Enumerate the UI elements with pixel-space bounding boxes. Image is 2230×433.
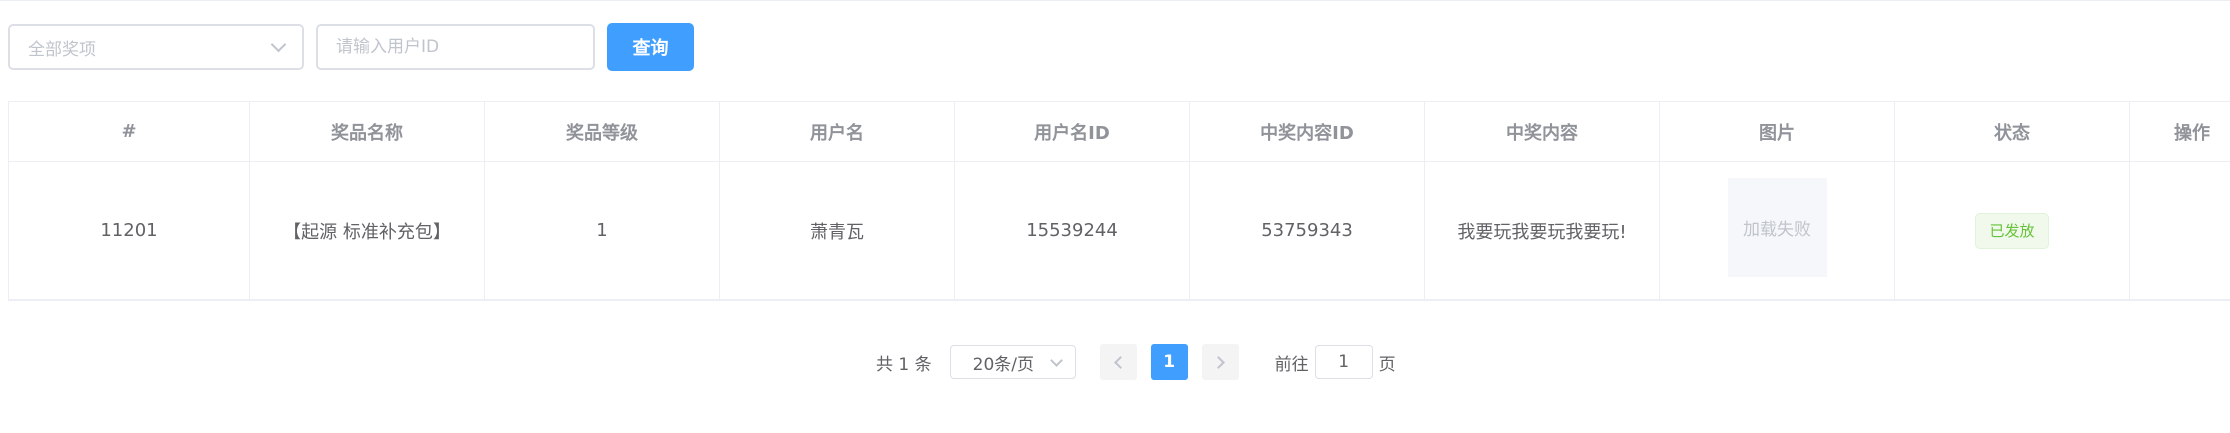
cell-image: 加载失败: [1660, 162, 1895, 299]
page-suffix: 页: [1378, 354, 1396, 375]
cell-content: 我要玩我要玩我要玩!: [1425, 162, 1660, 299]
page-jumper: 前往 1 页: [1275, 345, 1396, 379]
image-error-placeholder[interactable]: 加载失败: [1727, 178, 1827, 277]
page-size-select[interactable]: 20条/页: [949, 345, 1076, 379]
chevron-right-icon: [1211, 355, 1225, 369]
user-id-input[interactable]: [316, 24, 595, 70]
column-header-prize-name[interactable]: 奖品名称: [250, 102, 485, 161]
prize-select-value: 全部奖项: [28, 39, 96, 60]
prize-table: # 奖品名称 奖品等级 用户名 用户名ID 中奖内容ID 中奖内容 图片 状态 …: [8, 101, 2230, 301]
page: 全部奖项 查询 # 奖品名称 奖品等级 用户名 用户名ID 中奖内容ID 中奖内…: [0, 0, 2230, 433]
column-header-image[interactable]: 图片: [1660, 102, 1895, 161]
next-page-button[interactable]: [1201, 344, 1239, 380]
cell-user-id: 15539244: [955, 162, 1190, 299]
prev-page-button[interactable]: [1099, 344, 1137, 380]
goto-page-input[interactable]: 1: [1314, 345, 1373, 379]
prize-select[interactable]: 全部奖项: [8, 24, 304, 70]
cell-actions: [2130, 162, 2230, 299]
cell-username: 萧青瓦: [720, 162, 955, 299]
page-size-value: 20条/页: [972, 354, 1034, 375]
column-header-user-id[interactable]: 用户名ID: [955, 102, 1190, 161]
column-header-content-id[interactable]: 中奖内容ID: [1190, 102, 1425, 161]
column-header-index[interactable]: #: [9, 102, 250, 161]
table-row: 11201 【起源 标准补充包】 1 萧青瓦 15539244 53759343…: [9, 162, 2230, 299]
query-button[interactable]: 查询: [607, 23, 694, 71]
column-header-content[interactable]: 中奖内容: [1425, 102, 1660, 161]
cell-status: 已发放: [1895, 162, 2130, 299]
pagination-total: 共 1 条: [876, 354, 932, 375]
chevron-left-icon: [1113, 355, 1127, 369]
column-header-actions[interactable]: 操作: [2130, 102, 2230, 161]
column-header-status[interactable]: 状态: [1895, 102, 2130, 161]
cell-prize-name: 【起源 标准补充包】: [250, 162, 485, 299]
pagination: 共 1 条 20条/页 1 前往 1 页: [876, 344, 1396, 380]
page-number-1[interactable]: 1: [1150, 344, 1188, 380]
table-header: # 奖品名称 奖品等级 用户名 用户名ID 中奖内容ID 中奖内容 图片 状态 …: [9, 102, 2230, 162]
filter-toolbar: 全部奖项 查询: [8, 23, 694, 71]
status-badge: 已发放: [1975, 212, 2049, 249]
chevron-down-icon: [270, 36, 287, 53]
column-header-prize-level[interactable]: 奖品等级: [485, 102, 720, 161]
cell-id: 11201: [9, 162, 250, 299]
cell-content-id: 53759343: [1190, 162, 1425, 299]
goto-label: 前往: [1274, 354, 1309, 375]
cell-prize-level: 1: [485, 162, 720, 299]
top-divider: [0, 0, 2230, 1]
column-header-username[interactable]: 用户名: [720, 102, 955, 161]
chevron-down-icon: [1049, 353, 1063, 367]
